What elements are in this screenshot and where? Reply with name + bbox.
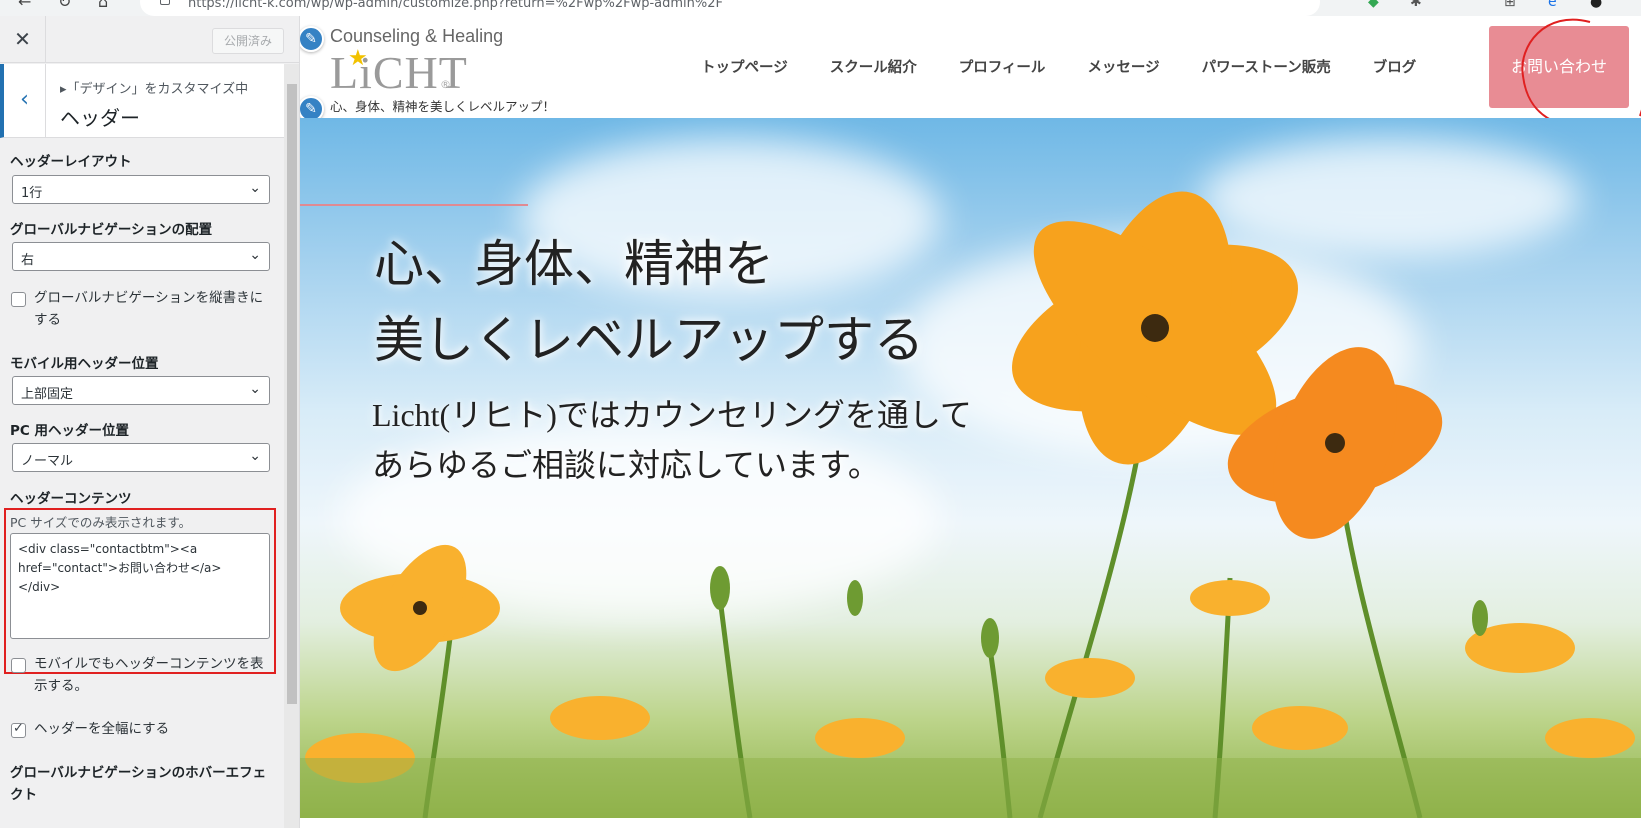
hero-accent-line — [300, 204, 528, 206]
mobile-header-position-value: 上部固定 — [21, 387, 74, 402]
header-content-textarea[interactable]: <div class="contactbtm"><a href="contact… — [10, 533, 270, 639]
header-layout-value: 1行 — [21, 186, 43, 201]
customizer-header: ✕ 公開済み — [0, 16, 299, 63]
full-width-header-checkbox[interactable] — [11, 721, 26, 738]
close-customizer-button[interactable]: ✕ — [0, 16, 46, 63]
hero-image: 心、身体、精神を 美しくレベルアップする Licht(リヒト)ではカウンセリング… — [300, 118, 1641, 818]
customizer-sidebar: ✕ 公開済み ‹ ▸「デザイン」をカスタマイズ中 ヘッダー ヘッダーレイアウト … — [0, 16, 300, 828]
section-title: ヘッダー — [60, 106, 140, 130]
logo-star-icon: ★ — [348, 46, 368, 71]
contact-button[interactable]: お問い合わせ — [1489, 26, 1629, 108]
gnav-position-select[interactable]: 右 ⌄ — [12, 242, 270, 271]
full-width-header-label: ヘッダーを全幅にする — [34, 721, 170, 737]
sidebar-scrollbar[interactable] — [284, 64, 299, 828]
profile-icon[interactable]: ● — [1590, 0, 1602, 10]
chevron-left-icon: ‹ — [20, 87, 29, 112]
chevron-down-icon: ⌄ — [249, 247, 261, 263]
header-content-label: ヘッダーコンテンツ — [10, 491, 132, 507]
gnav-position-value: 右 — [21, 253, 35, 268]
back-button[interactable]: ‹ — [4, 64, 46, 138]
hero-heading: 心、身体、精神を 美しくレベルアップする — [374, 226, 924, 378]
chevron-down-icon: ⌄ — [249, 180, 261, 196]
section-header: ‹ ▸「デザイン」をカスタマイズ中 ヘッダー — [0, 64, 284, 138]
header-content-description: PC サイズでのみ表示されます。 — [10, 515, 192, 530]
hero-text-line1: Licht(リヒト)ではカウンセリングを通して — [372, 397, 972, 433]
publish-button[interactable]: 公開済み — [212, 28, 284, 54]
chevron-down-icon: ⌄ — [249, 381, 261, 397]
nav-item-message[interactable]: メッセージ — [1066, 56, 1180, 77]
nav-item-blog[interactable]: ブログ — [1352, 56, 1438, 77]
site-tagline: 心、身体、精神を美しくレベルアップ！ — [330, 99, 556, 114]
mobile-header-position-select[interactable]: 上部固定 ⌄ — [12, 376, 270, 405]
pc-header-position-value: ノーマル — [21, 454, 74, 469]
hero-heading-line1: 心、身体、精神を — [374, 236, 774, 292]
edge-icon[interactable]: e — [1548, 0, 1557, 10]
hero-text: Licht(リヒト)ではカウンセリングを通して あらゆるご相談に対応しています。 — [372, 390, 972, 490]
nav-item-profile[interactable]: プロフィール — [938, 56, 1067, 77]
mobile-header-position-label: モバイル用ヘッダー位置 — [10, 356, 159, 372]
hero-heading-line2: 美しくレベルアップする — [374, 312, 924, 368]
extensions-puzzle-icon[interactable]: ✱ — [1410, 0, 1422, 10]
mobile-header-content-checkbox[interactable] — [11, 658, 26, 673]
gnav-hover-effect-label: グローバルナビゲーションのホバーエフェクト — [10, 765, 267, 803]
nav-item-powerstone[interactable]: パワーストーン販売 — [1181, 56, 1352, 77]
nav-item-school[interactable]: スクール紹介 — [809, 56, 938, 77]
mobile-header-content-label: モバイルでもヘッダーコンテンツを表示する。 — [34, 656, 264, 694]
site-info-icon[interactable] — [160, 0, 170, 5]
hero-text-line2: あらゆるご相談に対応しています。 — [372, 447, 880, 483]
pc-header-position-select[interactable]: ノーマル ⌄ — [12, 443, 270, 472]
edit-logo-pencil-icon[interactable]: ✎ — [300, 26, 324, 52]
breadcrumb: ▸「デザイン」をカスタマイズ中 — [60, 82, 249, 97]
nav-item-top[interactable]: トップページ — [680, 56, 809, 77]
site-preview: ✎ ✎ Counseling & Healing LiCHT ★ ® 心、身体、… — [300, 16, 1641, 828]
global-navigation: トップページ スクール紹介 プロフィール メッセージ パワーストーン販売 ブログ — [680, 56, 1437, 77]
url-text: https://licht-k.com/wp/wp-admin/customiz… — [188, 0, 723, 11]
site-header: ✎ ✎ Counseling & Healing LiCHT ★ ® 心、身体、… — [300, 16, 1641, 122]
gnav-vertical-label: グローバルナビゲーションを縦書きにする — [34, 290, 264, 328]
header-layout-label: ヘッダーレイアウト — [10, 154, 132, 170]
extension-shield-icon[interactable]: ◆ — [1368, 0, 1379, 10]
gnav-vertical-checkbox[interactable] — [11, 292, 26, 307]
pc-header-position-label: PC 用ヘッダー位置 — [10, 423, 130, 439]
logo-subtitle: Counseling & Healing — [330, 26, 504, 46]
reload-icon[interactable]: ↻ — [58, 0, 71, 11]
chevron-down-icon: ⌄ — [249, 448, 261, 464]
gnav-position-label: グローバルナビゲーションの配置 — [10, 222, 213, 238]
address-bar[interactable]: https://licht-k.com/wp/wp-admin/customiz… — [140, 0, 1320, 16]
header-layout-select[interactable]: 1行 ⌄ — [12, 175, 270, 204]
collections-icon[interactable]: ⊞ — [1504, 0, 1516, 10]
logo-registered-mark: ® — [440, 78, 451, 91]
home-icon[interactable]: ⌂ — [98, 0, 108, 11]
browser-toolbar: ← ↻ ⌂ https://licht-k.com/wp/wp-admin/cu… — [0, 0, 1641, 16]
back-arrow-icon[interactable]: ← — [18, 0, 31, 11]
scrollbar-thumb[interactable] — [287, 84, 297, 704]
